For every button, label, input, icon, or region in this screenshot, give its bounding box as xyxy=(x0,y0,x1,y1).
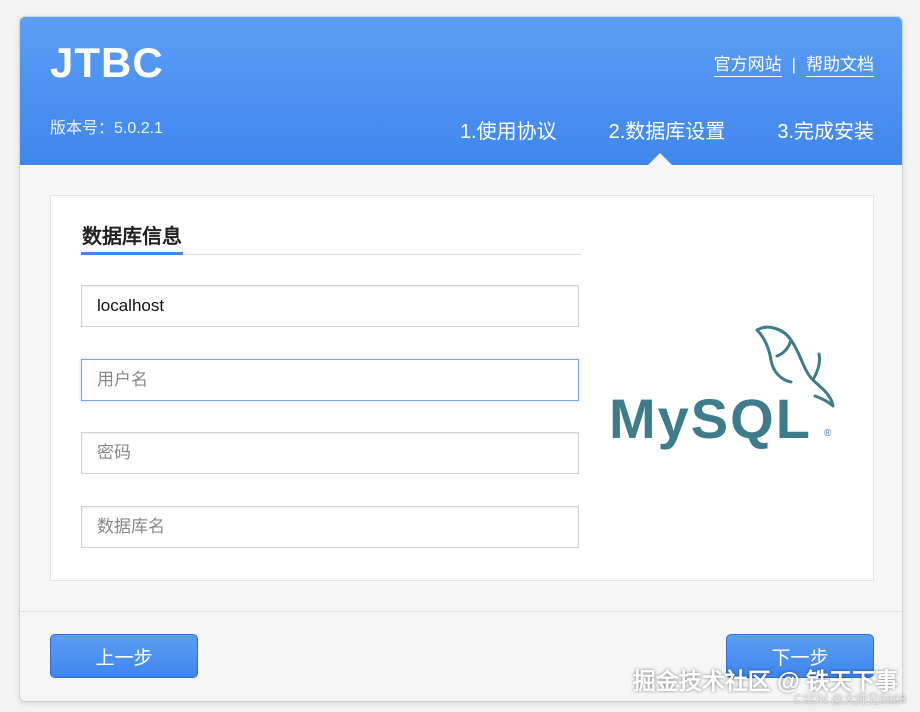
version-label: 版本号：5.0.2.1 xyxy=(50,120,163,137)
step-agreement[interactable]: 1.使用协议 xyxy=(460,115,557,144)
panel-title: 数据库信息 xyxy=(82,226,182,248)
watermark-csdn: CSDN @大帅兄6668 xyxy=(793,692,906,706)
mysql-wordmark: MySQL xyxy=(609,387,812,450)
header: JTBC 版本号：5.0.2.1 官方网站 | 帮助文档 1.使用协议 2.数据库设… xyxy=(20,17,902,165)
step-database[interactable]: 2.数据库设置 xyxy=(609,115,726,144)
mysql-logo: MySQL ® xyxy=(609,325,835,450)
installer-window: JTBC 版本号：5.0.2.1 官方网站 | 帮助文档 1.使用协议 2.数据库设… xyxy=(19,16,903,702)
registered-mark-icon: ® xyxy=(824,428,832,439)
link-separator: | xyxy=(791,55,796,74)
step-finish[interactable]: 3.完成安装 xyxy=(777,115,874,144)
username-input[interactable] xyxy=(81,359,579,401)
host-input[interactable] xyxy=(81,285,579,327)
database-name-input[interactable] xyxy=(81,506,579,548)
active-step-caret xyxy=(648,153,672,165)
official-site-link[interactable]: 官方网站 xyxy=(713,55,782,77)
app-logo: JTBC xyxy=(50,39,164,86)
step-nav: 1.使用协议 2.数据库设置 3.完成安装 xyxy=(460,115,874,144)
prev-button[interactable]: 上一步 xyxy=(50,634,198,678)
database-panel: 数据库信息 MySQL ® xyxy=(50,195,874,581)
help-docs-link[interactable]: 帮助文档 xyxy=(806,55,874,77)
password-input[interactable] xyxy=(81,432,579,474)
footer-divider xyxy=(20,611,902,612)
panel-title-underline xyxy=(81,252,183,255)
header-links: 官方网站 | 帮助文档 xyxy=(713,50,874,77)
